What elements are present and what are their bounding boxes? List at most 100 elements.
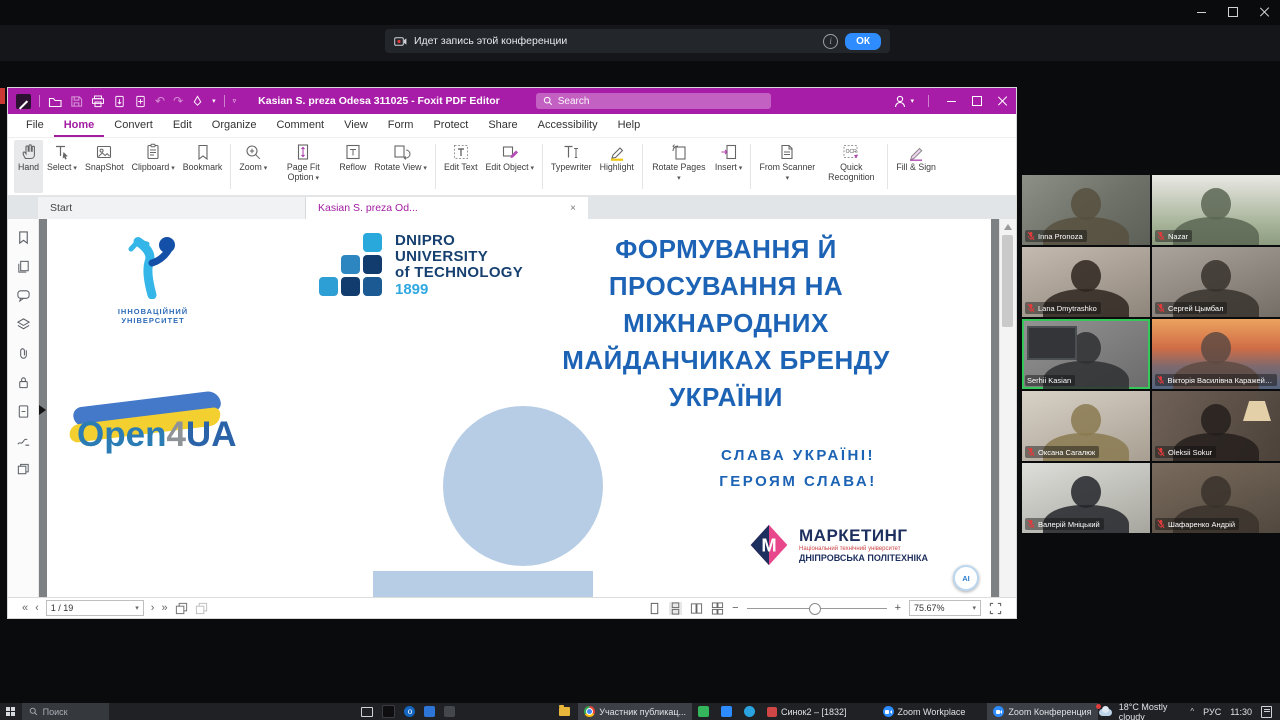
info-icon[interactable]: i (823, 34, 838, 49)
menu-file[interactable]: File (16, 114, 54, 137)
ai-assistant-button[interactable]: AI (953, 565, 979, 591)
new-page-icon[interactable] (134, 95, 147, 108)
snapshot-button[interactable]: SnapShot (81, 140, 128, 193)
insert-pages-button[interactable]: Insert (711, 140, 746, 193)
foxit-close-icon[interactable] (998, 96, 1008, 106)
menu-comment[interactable]: Comment (266, 114, 334, 137)
menu-share[interactable]: Share (478, 114, 527, 137)
security-panel-icon[interactable] (16, 375, 31, 390)
facing-view-icon[interactable] (690, 602, 703, 615)
menu-protect[interactable]: Protect (423, 114, 478, 137)
single-page-view-icon[interactable] (648, 602, 661, 615)
participant-tile-active-speaker[interactable]: Serhii Kasian (1022, 319, 1150, 389)
zoom-slider-knob[interactable] (809, 603, 821, 615)
language-indicator[interactable]: РУС (1203, 707, 1221, 717)
bookmarks-panel-icon[interactable] (16, 230, 31, 245)
typewriter-button[interactable]: Typewriter (547, 140, 596, 193)
snapshot-pages-icon[interactable] (175, 602, 188, 615)
layers-panel-icon[interactable] (16, 317, 31, 332)
hand-tool-button[interactable]: Hand (14, 140, 43, 193)
participant-tile[interactable]: Inna Pronoza (1022, 175, 1150, 245)
select-tool-button[interactable]: Select (43, 140, 81, 193)
menu-home[interactable]: Home (54, 114, 105, 137)
fields-panel-icon[interactable] (16, 404, 31, 419)
customize-caret-icon[interactable]: ▿ (233, 97, 237, 105)
edit-object-button[interactable]: Edit Object (482, 140, 539, 193)
participant-tile[interactable]: Сергей Цымбал (1152, 247, 1280, 317)
menu-form[interactable]: Form (378, 114, 424, 137)
recording-ok-button[interactable]: ОК (845, 33, 881, 50)
pinned-app-icon[interactable] (444, 706, 455, 717)
menu-edit[interactable]: Edit (163, 114, 202, 137)
taskbar-search-input[interactable]: Поиск (22, 703, 110, 720)
clipboard-button[interactable]: Clipboard (128, 140, 179, 193)
from-scanner-button[interactable]: From Scanner (755, 140, 819, 193)
pages-panel-icon[interactable] (16, 259, 31, 274)
open-file-icon[interactable] (48, 95, 62, 108)
tab-active-document[interactable]: Kasian S. preza Od... × (306, 197, 588, 219)
pinned-app-icon[interactable] (382, 705, 395, 718)
rotate-pages-button[interactable]: Rotate Pages (647, 140, 711, 193)
menu-view[interactable]: View (334, 114, 378, 137)
start-button[interactable] (0, 703, 22, 720)
participant-tile[interactable]: Nazar (1152, 175, 1280, 245)
outlook-icon[interactable]: o (404, 706, 415, 717)
minimize-icon[interactable] (1197, 12, 1206, 13)
edit-text-button[interactable]: Edit Text (440, 140, 482, 193)
menu-organize[interactable]: Organize (202, 114, 267, 137)
foxit-search-input[interactable]: Search (536, 93, 771, 109)
quick-recognition-button[interactable]: OCR Quick Recognition (819, 140, 883, 193)
page-number-input[interactable]: 1 / 19▾ (46, 600, 144, 616)
clock[interactable]: 11:30 (1230, 707, 1252, 717)
comments-panel-icon[interactable] (16, 288, 31, 303)
scrollbar-thumb[interactable] (1002, 235, 1013, 327)
last-page-button[interactable]: » (161, 600, 167, 616)
quick-tool-icon[interactable] (191, 95, 204, 108)
menu-help[interactable]: Help (608, 114, 651, 137)
hidden-icons-chevron[interactable]: ^ (1190, 707, 1194, 716)
continuous-facing-view-icon[interactable] (711, 602, 724, 615)
zoom-level-input[interactable]: 75.67%▾ (909, 600, 981, 616)
fullscreen-icon[interactable] (989, 602, 1002, 615)
quick-tool-caret-icon[interactable]: ▾ (212, 97, 216, 105)
participant-tile[interactable]: Lana Dmytrashko (1022, 247, 1150, 317)
menu-convert[interactable]: Convert (104, 114, 163, 137)
export-page-icon[interactable] (113, 95, 126, 108)
zoom-out-button[interactable]: − (732, 602, 738, 614)
file-explorer-icon[interactable] (559, 707, 570, 716)
bookmark-button[interactable]: Bookmark (179, 140, 227, 193)
participant-tile[interactable]: Шафаренко Андрій (1152, 463, 1280, 533)
vertical-scrollbar[interactable] (999, 219, 1016, 597)
redo-icon[interactable]: ↷ (173, 95, 183, 107)
split-view-icon[interactable] (16, 462, 31, 477)
pinned-app-icon[interactable] (424, 706, 435, 717)
notification-center-icon[interactable] (1261, 706, 1272, 718)
rotate-view-button[interactable]: Rotate View (370, 140, 431, 193)
panel-expand-arrow-icon[interactable] (39, 405, 46, 415)
app-icon-telegram[interactable] (744, 706, 755, 717)
menu-accessibility[interactable]: Accessibility (528, 114, 608, 137)
next-page-button[interactable]: › (151, 600, 155, 616)
participant-tile[interactable]: Вікторія Василівна Каражейська (1152, 319, 1280, 389)
foxit-minimize-icon[interactable] (947, 101, 956, 102)
chrome-window-button[interactable]: Участник публикац... (578, 703, 692, 720)
participant-tile[interactable]: Оксана Сагалюк (1022, 391, 1150, 461)
tab-start[interactable]: Start (38, 197, 306, 219)
scroll-up-icon[interactable] (1004, 224, 1012, 230)
duplicate-page-icon[interactable] (195, 602, 208, 615)
maximize-icon[interactable] (1228, 7, 1238, 17)
previous-page-button[interactable]: ‹ (35, 600, 39, 616)
participant-tile[interactable]: Валерій Мніцький (1022, 463, 1150, 533)
foxit-restore-icon[interactable] (972, 96, 982, 106)
continuous-view-icon[interactable] (669, 602, 682, 615)
close-icon[interactable] (1260, 7, 1270, 17)
app-icon-green[interactable] (698, 706, 709, 717)
signatures-panel-icon[interactable] (16, 433, 31, 448)
undo-icon[interactable]: ↶ (155, 95, 165, 107)
save-icon[interactable] (70, 95, 83, 108)
highlight-button[interactable]: Highlight (596, 140, 638, 193)
task-view-icon[interactable] (361, 707, 373, 717)
page-fit-option-button[interactable]: Page Fit Option (271, 140, 335, 193)
zoom-slider[interactable] (747, 602, 887, 614)
zoom-tool-button[interactable]: Zoom (235, 140, 271, 193)
